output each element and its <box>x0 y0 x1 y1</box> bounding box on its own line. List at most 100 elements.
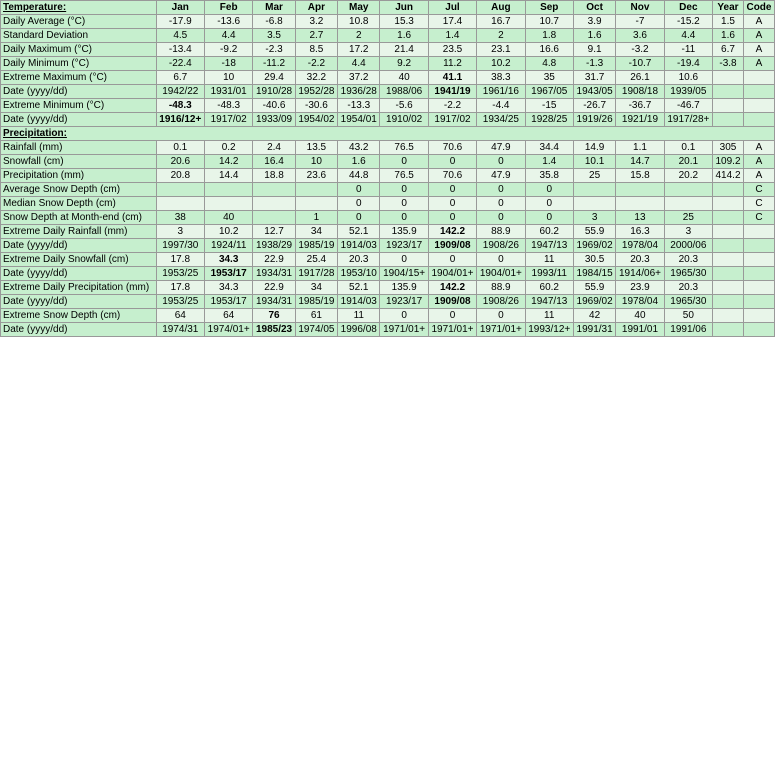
temp-cell-4-12 <box>713 71 744 85</box>
extreme-cell-3-5: 1904/15+ <box>380 267 428 281</box>
precip-cell-3-5: 0 <box>380 183 428 197</box>
extreme-cell-2-8: 11 <box>525 253 573 267</box>
temp-cell-4-13 <box>743 71 774 85</box>
temp-cell-7-6: 1917/02 <box>428 113 476 127</box>
extreme-cell-4-3: 34 <box>295 281 337 295</box>
temp-cell-3-10: -10.7 <box>616 57 664 71</box>
col-year: Year <box>713 1 744 15</box>
temp-cell-7-12 <box>713 113 744 127</box>
extreme-cell-3-13 <box>743 267 774 281</box>
precip-cell-4-1 <box>204 197 252 211</box>
temp-cell-0-9: 3.9 <box>573 15 615 29</box>
extreme-cell-2-0: 17.8 <box>156 253 204 267</box>
extreme-cell-0-10: 16.3 <box>616 225 664 239</box>
extreme-cell-5-1: 1953/17 <box>204 295 252 309</box>
extreme-cell-7-9: 1991/31 <box>573 323 615 337</box>
precip-row-label-2: Precipitation (mm) <box>1 169 157 183</box>
col-nov: Nov <box>616 1 664 15</box>
temp-cell-7-10: 1921/19 <box>616 113 664 127</box>
precip-cell-2-3: 23.6 <box>295 169 337 183</box>
temp-cell-2-5: 21.4 <box>380 43 428 57</box>
temp-cell-6-1: -48.3 <box>204 99 252 113</box>
extreme-cell-7-13 <box>743 323 774 337</box>
col-jun: Jun <box>380 1 428 15</box>
temp-cell-5-9: 1943/05 <box>573 85 615 99</box>
precip-cell-2-10: 15.8 <box>616 169 664 183</box>
temp-cell-6-4: -13.3 <box>338 99 380 113</box>
temp-cell-7-9: 1919/26 <box>573 113 615 127</box>
temp-cell-5-5: 1988/06 <box>380 85 428 99</box>
temp-cell-2-10: -3.2 <box>616 43 664 57</box>
precip-cell-3-8: 0 <box>525 183 573 197</box>
extreme-cell-6-7: 0 <box>477 309 525 323</box>
temp-cell-6-6: -2.2 <box>428 99 476 113</box>
col-sep: Sep <box>525 1 573 15</box>
extreme-cell-2-2: 22.9 <box>253 253 295 267</box>
temp-cell-3-7: 10.2 <box>477 57 525 71</box>
precip-cell-0-8: 34.4 <box>525 141 573 155</box>
precip-row-label-3: Average Snow Depth (cm) <box>1 183 157 197</box>
precip-cell-4-7: 0 <box>477 197 525 211</box>
precip-row-label-4: Median Snow Depth (cm) <box>1 197 157 211</box>
temp-cell-7-0: 1916/12+ <box>156 113 204 127</box>
precip-cell-1-8: 1.4 <box>525 155 573 169</box>
col-may: May <box>338 1 380 15</box>
temp-cell-0-12: 1.5 <box>713 15 744 29</box>
extreme-cell-7-3: 1974/05 <box>295 323 337 337</box>
extreme-cell-2-10: 20.3 <box>616 253 664 267</box>
temp-cell-7-11: 1917/28+ <box>664 113 712 127</box>
extreme-cell-6-3: 61 <box>295 309 337 323</box>
precip-cell-3-12 <box>713 183 744 197</box>
precip-cell-2-13: A <box>743 169 774 183</box>
extreme-cell-5-9: 1969/02 <box>573 295 615 309</box>
temp-cell-2-4: 17.2 <box>338 43 380 57</box>
extreme-cell-0-0: 3 <box>156 225 204 239</box>
extreme-cell-1-11: 2000/06 <box>664 239 712 253</box>
precip-cell-2-7: 47.9 <box>477 169 525 183</box>
extreme-cell-2-7: 0 <box>477 253 525 267</box>
temp-cell-1-9: 1.6 <box>573 29 615 43</box>
temp-cell-4-10: 26.1 <box>616 71 664 85</box>
col-apr: Apr <box>295 1 337 15</box>
precip-cell-1-7: 0 <box>477 155 525 169</box>
extreme-cell-2-5: 0 <box>380 253 428 267</box>
temp-cell-0-6: 17.4 <box>428 15 476 29</box>
precip-cell-1-9: 10.1 <box>573 155 615 169</box>
precip-cell-3-4: 0 <box>338 183 380 197</box>
temp-cell-4-9: 31.7 <box>573 71 615 85</box>
precip-cell-4-11 <box>664 197 712 211</box>
temp-row-label-7: Date (yyyy/dd) <box>1 113 157 127</box>
extreme-cell-4-5: 135.9 <box>380 281 428 295</box>
extreme-cell-5-10: 1978/04 <box>616 295 664 309</box>
precip-cell-5-10: 13 <box>616 211 664 225</box>
extreme-cell-0-2: 12.7 <box>253 225 295 239</box>
extreme-cell-4-8: 60.2 <box>525 281 573 295</box>
temp-cell-4-11: 10.6 <box>664 71 712 85</box>
temp-cell-0-7: 16.7 <box>477 15 525 29</box>
temp-cell-5-0: 1942/22 <box>156 85 204 99</box>
temp-row-label-1: Standard Deviation <box>1 29 157 43</box>
precip-cell-2-9: 25 <box>573 169 615 183</box>
extreme-cell-3-0: 1953/25 <box>156 267 204 281</box>
extreme-cell-6-12 <box>713 309 744 323</box>
temp-cell-4-6: 41.1 <box>428 71 476 85</box>
precip-cell-5-6: 0 <box>428 211 476 225</box>
temp-cell-3-9: -1.3 <box>573 57 615 71</box>
extreme-cell-1-5: 1923/17 <box>380 239 428 253</box>
extreme-cell-5-5: 1923/17 <box>380 295 428 309</box>
extreme-cell-7-11: 1991/06 <box>664 323 712 337</box>
extreme-cell-7-5: 1971/01+ <box>380 323 428 337</box>
temp-cell-6-11: -46.7 <box>664 99 712 113</box>
precip-cell-5-0: 38 <box>156 211 204 225</box>
extreme-cell-5-11: 1965/30 <box>664 295 712 309</box>
precip-row-label-1: Snowfall (cm) <box>1 155 157 169</box>
precip-cell-5-2 <box>253 211 295 225</box>
col-dec: Dec <box>664 1 712 15</box>
extreme-cell-5-6: 1909/08 <box>428 295 476 309</box>
precip-cell-3-9 <box>573 183 615 197</box>
temp-cell-1-1: 4.4 <box>204 29 252 43</box>
temp-cell-7-4: 1954/01 <box>338 113 380 127</box>
precip-cell-3-7: 0 <box>477 183 525 197</box>
precip-cell-3-13: C <box>743 183 774 197</box>
precip-cell-2-12: 414.2 <box>713 169 744 183</box>
